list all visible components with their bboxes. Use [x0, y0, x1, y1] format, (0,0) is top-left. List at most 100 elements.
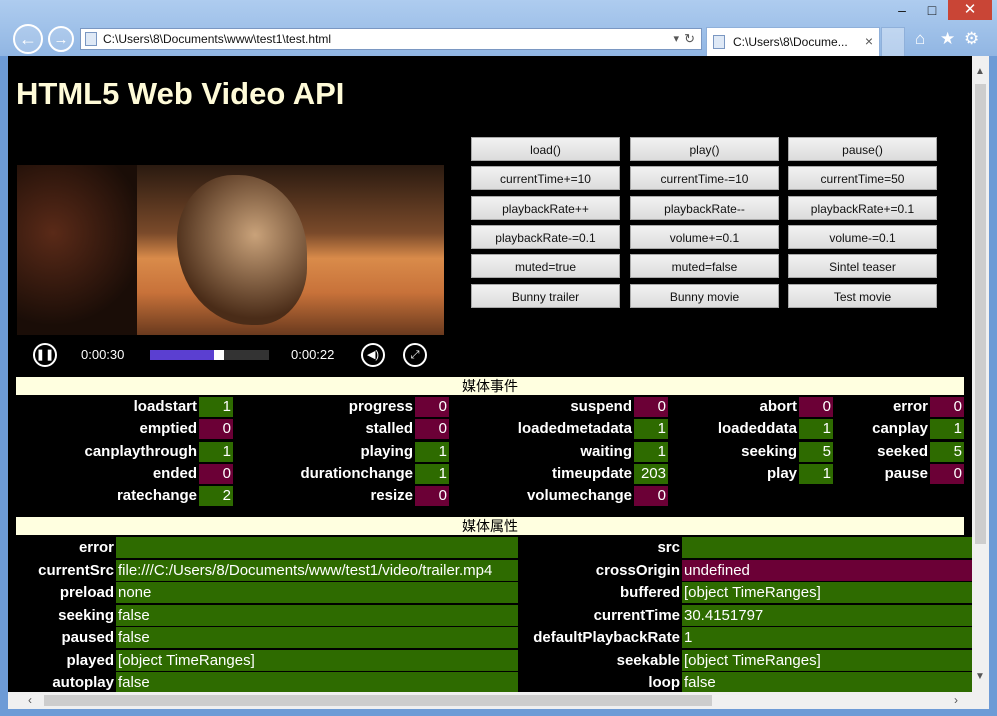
seek-bar-handle[interactable] — [214, 350, 224, 360]
time-remaining: 0:00:22 — [291, 347, 335, 362]
event-cell: error 0 — [16, 397, 964, 417]
tab-page-icon — [713, 35, 725, 49]
pause-icon[interactable]: ❚❚ — [33, 343, 57, 367]
scrollbar-corner — [972, 692, 989, 709]
property-value: 30.4151797 — [682, 604, 972, 626]
property-value — [682, 537, 972, 558]
property-name: preload — [59, 584, 114, 601]
property-name: currentSrc — [38, 561, 114, 579]
property-name: buffered — [620, 584, 680, 601]
vertical-scroll-thumb[interactable] — [975, 84, 986, 544]
event-name: volumechange — [526, 487, 632, 505]
fullscreen-icon[interactable]: ⤢ — [403, 343, 427, 367]
property-value: [object TimeRanges] — [116, 649, 518, 671]
property-name: paused — [61, 629, 114, 646]
time-elapsed: 0:00:30 — [81, 347, 125, 362]
event-count: 0 — [930, 397, 964, 417]
horizontal-scroll-thumb[interactable] — [44, 695, 712, 706]
favorites-star-icon[interactable]: ★ — [940, 29, 955, 49]
property-value: file:///C:/Users/8/Documents/www/test1/v… — [116, 559, 518, 581]
control-button[interactable]: Bunny movie — [630, 283, 779, 308]
tab-close-icon[interactable]: × — [865, 33, 873, 49]
event-cell: canplay 1 — [16, 419, 964, 440]
control-button[interactable]: currentTime=50 — [788, 166, 937, 191]
property-name: currentTime — [593, 606, 680, 624]
event-count: 5 — [930, 441, 964, 462]
video-frame-claw — [177, 175, 307, 325]
vertical-scrollbar[interactable]: ▲ ▼ — [972, 56, 989, 692]
event-count: 1 — [930, 419, 964, 440]
control-button[interactable]: playbackRate++ — [471, 195, 620, 220]
browser-chrome: – □ ✕ ← → C:\Users\8\Documents\www\test1… — [0, 0, 997, 56]
property-name: crossOrigin — [595, 561, 680, 579]
horizontal-scrollbar[interactable]: ‹ › — [8, 692, 972, 709]
seek-bar[interactable] — [150, 350, 269, 360]
property-name: seeking — [58, 606, 114, 624]
properties-header: 媒体属性 — [16, 517, 964, 535]
scroll-left-icon[interactable]: ‹ — [28, 693, 32, 707]
property-value: 1 — [682, 627, 972, 648]
control-button[interactable]: pause() — [788, 137, 937, 161]
control-button[interactable]: currentTime+=10 — [471, 166, 620, 191]
new-tab-button[interactable] — [881, 27, 905, 56]
control-button[interactable]: muted=false — [630, 254, 779, 279]
scroll-right-icon[interactable]: › — [954, 693, 958, 707]
forward-icon[interactable]: → — [48, 26, 74, 52]
event-cell: seeked 5 — [16, 441, 964, 462]
property-name: error — [78, 539, 114, 556]
control-button[interactable]: playbackRate-=0.1 — [471, 224, 620, 249]
dropdown-icon[interactable]: ▾ — [673, 32, 679, 45]
back-icon[interactable]: ← — [13, 24, 43, 54]
event-cell: pause 0 — [16, 463, 964, 484]
address-bar[interactable]: C:\Users\8\Documents\www\test1\test.html… — [80, 28, 702, 50]
event-name: pause — [884, 464, 928, 482]
page-icon — [85, 32, 97, 46]
control-button[interactable]: Test movie — [788, 283, 937, 308]
volume-icon[interactable]: ◀) — [361, 343, 385, 367]
control-button[interactable]: Bunny trailer — [471, 283, 620, 308]
property-value: undefined — [682, 559, 972, 581]
event-name: seeked — [877, 442, 928, 460]
property-value: false — [116, 627, 518, 648]
property-value: false — [116, 604, 518, 626]
property-value: none — [116, 582, 518, 603]
property-value: [object TimeRanges] — [682, 649, 972, 671]
control-button[interactable]: playbackRate+=0.1 — [788, 195, 937, 220]
control-button[interactable]: volume-=0.1 — [788, 224, 937, 249]
property-value: false — [682, 672, 972, 692]
video-controls: ❚❚ 0:00:30 0:00:22 ◀) ⤢ — [17, 335, 444, 370]
property-name: loop — [648, 674, 680, 691]
scroll-down-icon[interactable]: ▼ — [975, 671, 985, 682]
property-value — [116, 537, 518, 558]
control-button[interactable]: play() — [630, 137, 779, 161]
control-button[interactable]: Sintel teaser — [788, 254, 937, 279]
page-title: HTML5 Web Video API — [16, 76, 345, 111]
gear-icon[interactable]: ⚙ — [964, 29, 979, 49]
property-name: played — [66, 651, 114, 669]
close-button[interactable]: ✕ — [948, 0, 992, 20]
property-name: src — [657, 539, 680, 556]
address-url: C:\Users\8\Documents\www\test1\test.html — [103, 32, 332, 46]
scroll-up-icon[interactable]: ▲ — [975, 66, 985, 77]
event-count: 0 — [930, 463, 964, 484]
control-button[interactable]: currentTime-=10 — [630, 166, 779, 191]
home-icon[interactable]: ⌂ — [915, 29, 925, 49]
property-name: defaultPlaybackRate — [533, 629, 680, 646]
control-button[interactable]: load() — [471, 137, 620, 161]
property-name: seekable — [616, 651, 680, 669]
video-player[interactable] — [17, 165, 444, 335]
control-button[interactable]: playbackRate-- — [630, 195, 779, 220]
minimize-button[interactable]: – — [888, 0, 916, 20]
control-button[interactable]: muted=true — [471, 254, 620, 279]
event-count: 0 — [634, 486, 668, 507]
property-name: autoplay — [52, 674, 114, 691]
browser-tab[interactable]: C:\Users\8\Docume... × — [706, 27, 880, 56]
property-value: false — [116, 672, 518, 692]
event-name: error — [892, 398, 928, 415]
control-button[interactable]: volume+=0.1 — [630, 224, 779, 249]
tab-title: C:\Users\8\Docume... — [733, 35, 848, 49]
event-name: canplay — [872, 420, 928, 438]
refresh-icon[interactable]: ↻ — [684, 31, 695, 47]
maximize-button[interactable]: □ — [918, 0, 946, 20]
video-frame-rock — [17, 165, 137, 335]
